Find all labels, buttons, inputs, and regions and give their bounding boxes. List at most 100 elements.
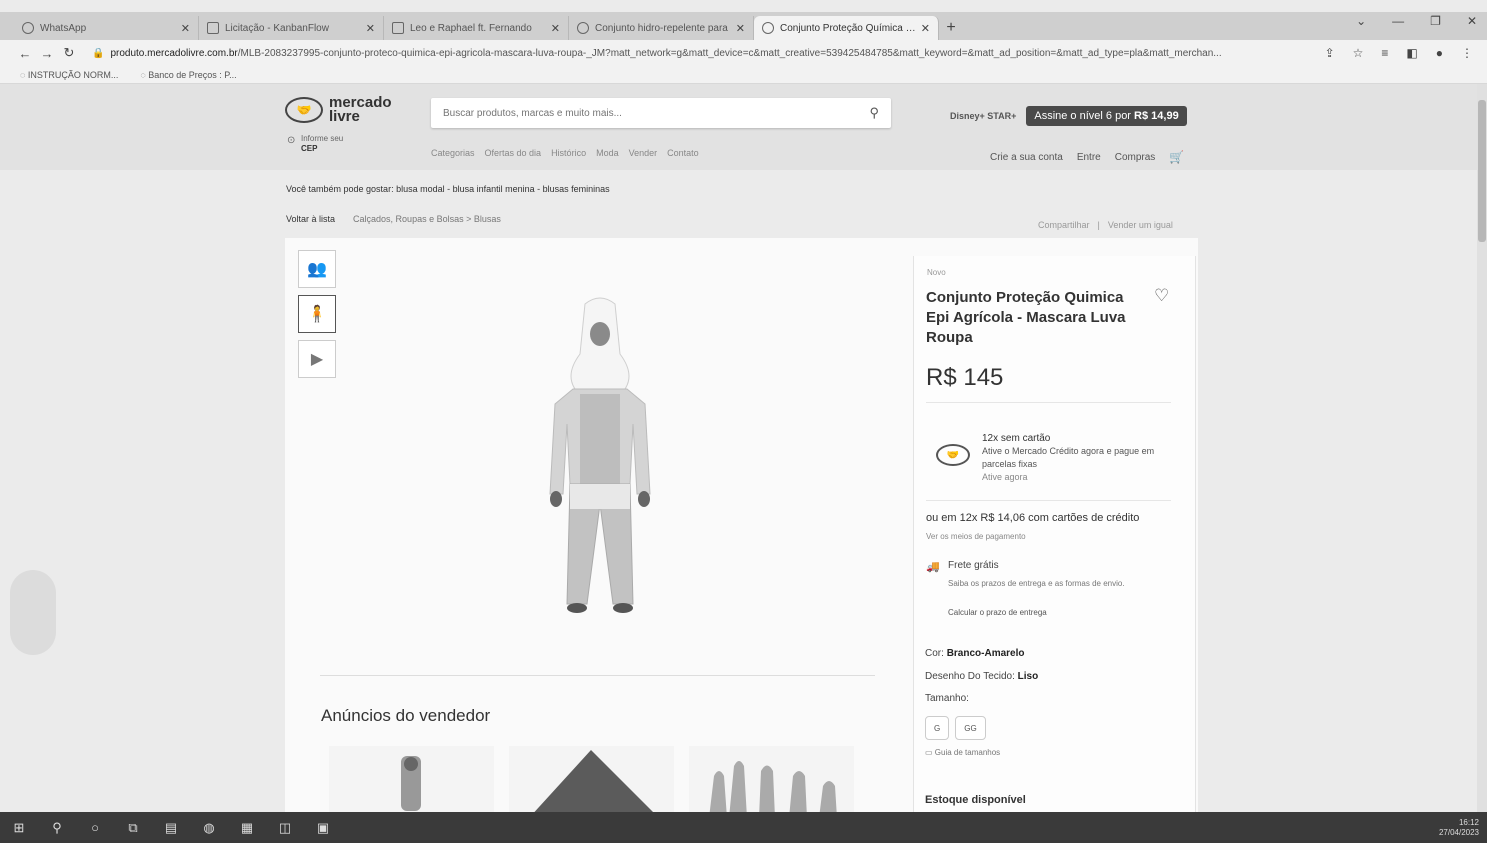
- chrome-icon[interactable]: ◍: [200, 820, 218, 836]
- new-tab-button[interactable]: +: [939, 16, 963, 40]
- thumbnail-2[interactable]: 🧍: [298, 295, 336, 333]
- credit-line1: 12x sem cartão: [982, 433, 1051, 444]
- app-icon[interactable]: ▣: [314, 820, 332, 836]
- sidepanel-icon[interactable]: ◧: [1406, 46, 1417, 60]
- tab-music[interactable]: Leo e Raphael ft. Fernando ✕: [384, 16, 569, 40]
- task-view-icon[interactable]: ⧉: [124, 820, 142, 836]
- handshake-logo-icon: 🤝: [285, 97, 323, 123]
- cart-icon[interactable]: 🛒: [1169, 150, 1184, 164]
- size-guide-link[interactable]: ▭ Guia de tamanhos: [925, 748, 1000, 757]
- tab-google-result[interactable]: Conjunto hidro-repelente para ✕: [569, 16, 754, 40]
- account-nav: Crie a sua conta Entre Compras 🛒: [990, 150, 1184, 164]
- purchases-link[interactable]: Compras: [1115, 152, 1156, 163]
- url-field[interactable]: 🔒 produto.mercadolivre.com.br/MLB-2083237…: [92, 48, 1311, 59]
- blurred-overlay: [10, 570, 56, 655]
- divider: [926, 402, 1171, 403]
- credit-activate-link[interactable]: Ative agora: [982, 471, 1172, 484]
- profile-avatar-icon[interactable]: ●: [1436, 46, 1443, 60]
- product-main-image[interactable]: [525, 294, 675, 624]
- windows-start-icon[interactable]: ⊞: [10, 820, 28, 836]
- color-attribute: Cor: Branco-Amarelo: [925, 648, 1025, 659]
- share-links: Compartilhar | Vender um igual: [1038, 220, 1173, 230]
- nav-moda[interactable]: Moda: [596, 148, 619, 158]
- close-tab-icon[interactable]: ✕: [921, 22, 930, 35]
- search-input[interactable]: [443, 107, 870, 119]
- promo-price: R$ 14,99: [1134, 110, 1179, 122]
- promo-banner[interactable]: Disney+ STAR+ Assine o nível 6 por R$ 14…: [950, 106, 1187, 126]
- divider: [926, 500, 1171, 501]
- seller-ad-item[interactable]: [329, 746, 494, 818]
- main-nav: Categorias Ofertas do dia Histórico Moda…: [431, 148, 699, 158]
- close-tab-icon[interactable]: ✕: [551, 22, 560, 35]
- handshake-icon: 🤝: [936, 444, 970, 466]
- bookmark-item[interactable]: ◌ Banco de Preços : P...: [140, 70, 236, 80]
- forward-arrow-icon[interactable]: →: [36, 46, 58, 61]
- search-icon[interactable]: ⚲: [48, 820, 66, 836]
- seller-ad-item[interactable]: [689, 746, 854, 818]
- nav-contato[interactable]: Contato: [667, 148, 699, 158]
- cep-selector[interactable]: ⊙ Informe seu CEP: [287, 134, 343, 154]
- mercadolivre-logo[interactable]: 🤝 mercado livre: [285, 95, 392, 124]
- close-tab-icon[interactable]: ✕: [736, 22, 745, 35]
- close-tab-icon[interactable]: ✕: [181, 22, 190, 35]
- logo-text: mercado livre: [329, 95, 392, 124]
- size-option-gg[interactable]: GG: [955, 716, 986, 740]
- tab-kanbanflow[interactable]: Licitação - KanbanFlow ✕: [199, 16, 384, 40]
- extensions-icon[interactable]: ≡: [1381, 46, 1388, 60]
- file-explorer-icon[interactable]: ▤: [162, 820, 180, 836]
- ruler-icon: ▭: [925, 748, 933, 757]
- breadcrumb-path[interactable]: Calçados, Roupas e Bolsas > Blusas: [353, 214, 501, 224]
- mercadolivre-icon: [762, 22, 774, 34]
- tab-whatsapp[interactable]: WhatsApp ✕: [14, 16, 199, 40]
- system-clock[interactable]: 16:12 27/04/2023: [1439, 818, 1479, 838]
- condition-label: Novo: [927, 268, 946, 277]
- seller-ad-item[interactable]: [509, 746, 674, 818]
- size-option-g[interactable]: G: [925, 716, 950, 740]
- lock-icon: 🔒: [92, 47, 105, 59]
- restore-icon[interactable]: ❐: [1430, 14, 1441, 28]
- clock-time: 16:12: [1458, 818, 1479, 827]
- thumbnail-1[interactable]: 👥: [298, 250, 336, 288]
- back-arrow-icon[interactable]: ←: [14, 46, 36, 61]
- minimize-icon[interactable]: —: [1392, 14, 1404, 28]
- create-account-link[interactable]: Crie a sua conta: [990, 152, 1063, 163]
- nav-ofertas[interactable]: Ofertas do dia: [485, 148, 542, 158]
- close-window-icon[interactable]: ✕: [1467, 14, 1477, 28]
- kanbanflow-icon: [207, 22, 219, 34]
- nav-categorias[interactable]: Categorias: [431, 148, 475, 158]
- related-searches[interactable]: Você também pode gostar: blusa modal - b…: [286, 184, 610, 194]
- whatsapp-icon: [22, 22, 34, 34]
- credit-line2: Ative o Mercado Crédito agora e pague em…: [982, 446, 1155, 469]
- outlook-icon[interactable]: ◫: [276, 820, 294, 836]
- tab-mercadolivre-active[interactable]: Conjunto Proteção Química Epi ✕: [754, 16, 939, 40]
- favorite-heart-icon[interactable]: ♡: [1154, 286, 1169, 306]
- share-icon[interactable]: ⇪: [1325, 46, 1335, 60]
- bookmark-item[interactable]: ◌ INSTRUÇÃO NORM...: [20, 70, 118, 80]
- back-to-list-link[interactable]: Voltar à lista: [286, 214, 335, 224]
- nav-vender[interactable]: Vender: [629, 148, 658, 158]
- bookmarks-bar: ◌ INSTRUÇÃO NORM... ◌ Banco de Preços : …: [0, 66, 1487, 84]
- tab-search-icon[interactable]: ⌄: [1356, 14, 1366, 28]
- installments-text: ou em 12x R$ 14,06 com cartões de crédit…: [926, 512, 1140, 524]
- breadcrumb: Voltar à lista Calçados, Roupas e Bolsas…: [286, 214, 501, 224]
- share-link[interactable]: Compartilhar: [1038, 220, 1090, 230]
- media-icon: [392, 22, 404, 34]
- nav-historico[interactable]: Histórico: [551, 148, 586, 158]
- star-icon[interactable]: ☆: [1353, 46, 1364, 60]
- excel-icon[interactable]: ▦: [238, 820, 256, 836]
- thumbnail-3[interactable]: ▶: [298, 340, 336, 378]
- tab-label: Conjunto hidro-repelente para: [595, 22, 728, 34]
- tent-image: [529, 750, 659, 818]
- calculate-shipping-link[interactable]: Calcular o prazo de entrega: [948, 608, 1047, 617]
- login-link[interactable]: Entre: [1077, 152, 1101, 163]
- scrollbar-thumb[interactable]: [1478, 100, 1486, 242]
- close-tab-icon[interactable]: ✕: [366, 22, 375, 35]
- payment-methods-link[interactable]: Ver os meios de pagamento: [926, 532, 1026, 541]
- browser-tab-strip: WhatsApp ✕ Licitação - KanbanFlow ✕ Leo …: [0, 12, 1487, 40]
- menu-kebab-icon[interactable]: ⋮: [1461, 46, 1473, 60]
- cortana-icon[interactable]: ○: [86, 820, 104, 835]
- subscribe-button[interactable]: Assine o nível 6 por R$ 14,99: [1026, 106, 1187, 126]
- reload-icon[interactable]: ↻: [58, 45, 80, 61]
- sell-similar-link[interactable]: Vender um igual: [1108, 220, 1173, 230]
- search-icon[interactable]: ⚲: [869, 105, 879, 121]
